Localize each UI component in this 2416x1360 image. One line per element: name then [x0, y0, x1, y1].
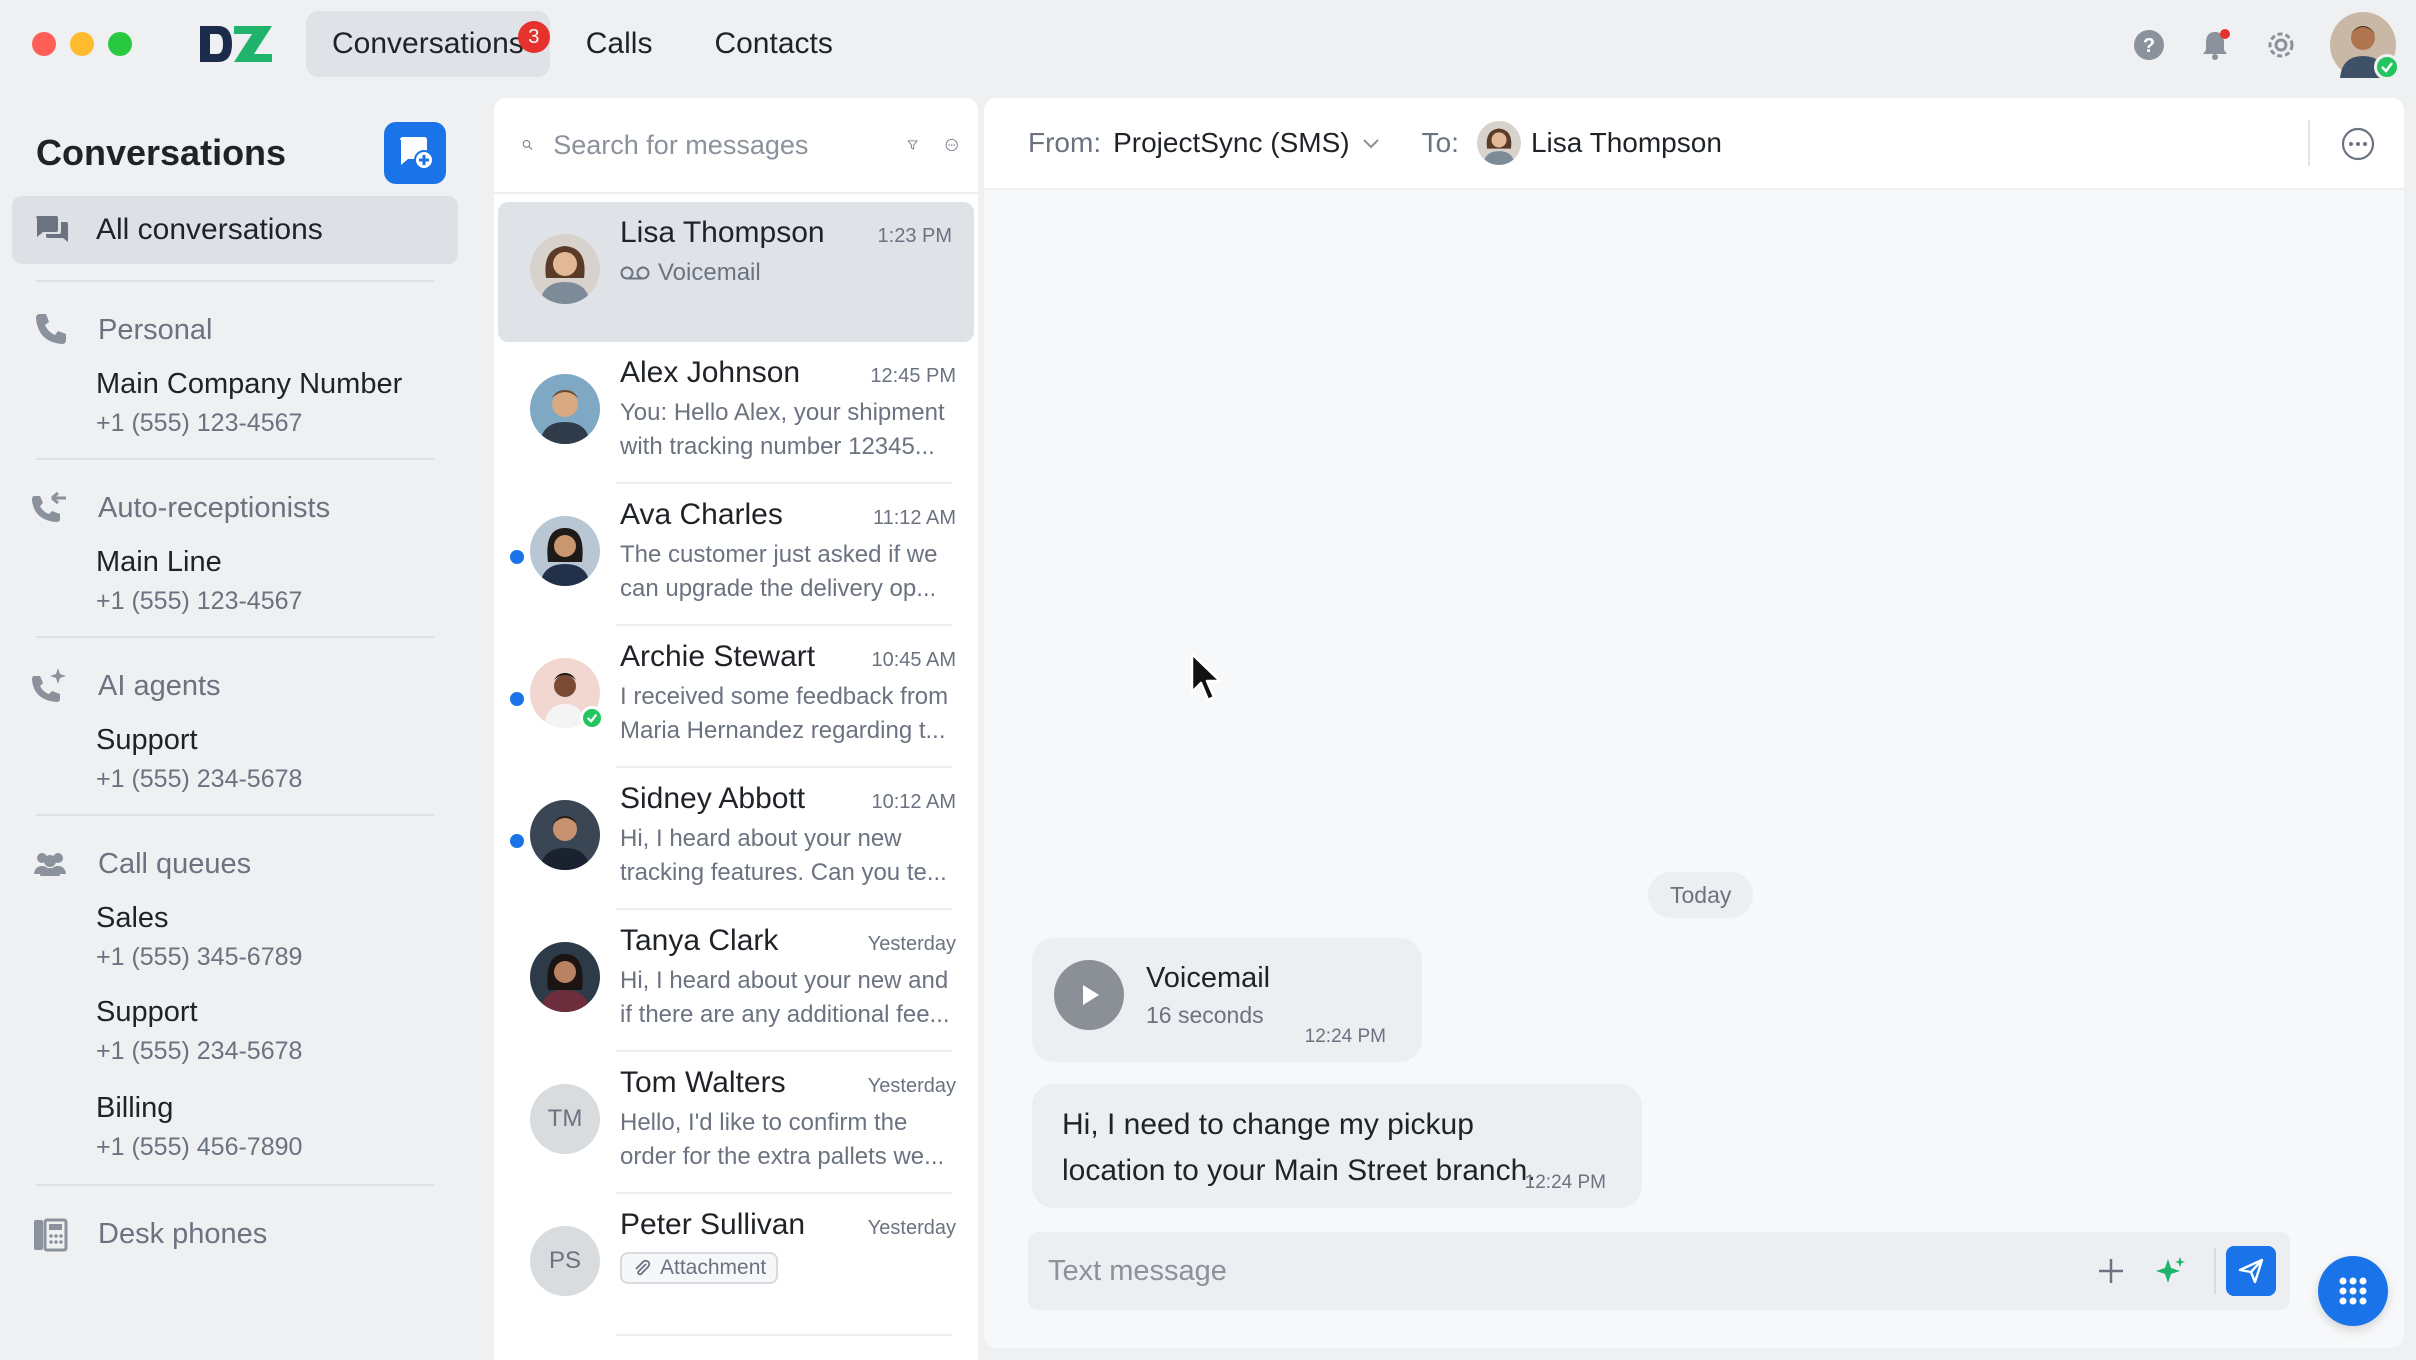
tab-conversations[interactable]: Conversations 3 — [306, 11, 550, 77]
window-controls — [32, 32, 132, 56]
sidebar-section-auto-receptionists[interactable]: Auto-receptionists — [0, 460, 470, 528]
avatar — [530, 234, 600, 304]
call-queue-icon — [34, 853, 66, 876]
sidebar-section-ai-agents[interactable]: AI agents — [0, 638, 470, 706]
avatar: PS — [530, 1226, 600, 1296]
conversation-item[interactable]: Tanya Clark Yesterday Hi, I heard about … — [494, 910, 978, 1052]
maximize-window-button[interactable] — [108, 32, 132, 56]
sidebar-item-all-conversations[interactable]: All conversations — [12, 196, 458, 264]
conversation-list: Lisa Thompson 1:23 PM Voicemail Alex Joh… — [494, 98, 978, 1360]
conversation-item[interactable]: TM Tom Walters Yesterday Hello, I'd like… — [494, 1052, 978, 1194]
bell-icon[interactable] — [2198, 28, 2232, 62]
divider — [2308, 120, 2310, 166]
unread-indicator — [510, 692, 524, 706]
conversation-item[interactable]: Sidney Abbott 10:12 AM Hi, I heard about… — [494, 768, 978, 910]
new-conversation-button[interactable] — [384, 122, 446, 184]
plus-icon — [2099, 1259, 2123, 1283]
attachment-chip: Attachment — [620, 1252, 779, 1284]
sidebar: Conversations All conversations Personal… — [0, 88, 470, 1360]
title-bar: Conversations 3 Calls Contacts ? — [0, 0, 2416, 88]
svg-text:?: ? — [2143, 35, 2155, 57]
unread-indicator — [510, 834, 524, 848]
avatar — [530, 374, 600, 444]
conversation-item[interactable]: Ava Charles 11:12 AM The customer just a… — [494, 484, 978, 626]
sidebar-item-ai-support[interactable]: Support +1 (555) 234-5678 — [0, 724, 470, 794]
search-bar — [494, 98, 978, 194]
send-icon — [2238, 1258, 2264, 1284]
sidebar-header: Conversations — [0, 88, 470, 192]
dialpad-button[interactable] — [2318, 1256, 2388, 1326]
sidebar-item-queue-support[interactable]: Support +1 (555) 234-5678 — [0, 996, 470, 1066]
recipient-avatar — [1476, 121, 1521, 165]
more-options-icon[interactable] — [945, 127, 959, 163]
avatar: TM — [530, 1084, 600, 1154]
message-input[interactable] — [1048, 1254, 2094, 1288]
ai-assist-button[interactable] — [2154, 1254, 2188, 1288]
from-selector[interactable]: ProjectSync (SMS) — [1113, 127, 1350, 159]
message-composer — [1028, 1232, 2290, 1310]
conversation-item[interactable]: Alex Johnson 12:45 PM You: Hello Alex, y… — [494, 342, 978, 484]
add-attachment-button[interactable] — [2094, 1254, 2128, 1288]
send-button[interactable] — [2226, 1246, 2276, 1296]
auto-receptionist-icon — [32, 491, 66, 522]
play-icon — [1083, 985, 1099, 1005]
voicemail-message: Voicemail 16 seconds 12:24 PM — [1032, 938, 1422, 1062]
ai-agent-icon — [32, 668, 66, 702]
sidebar-title: Conversations — [36, 132, 287, 173]
conversation-item[interactable]: Archie Stewart 10:45 AM I received some … — [494, 626, 978, 768]
search-icon — [522, 140, 533, 150]
incoming-message: Hi, I need to change my pickup location … — [1032, 1084, 1642, 1208]
sparkle-icon — [2156, 1257, 2185, 1283]
recipient-name[interactable]: Lisa Thompson — [1531, 127, 1722, 159]
chat-pane: From: ProjectSync (SMS) To: Lisa Thompso… — [984, 98, 2404, 1348]
unread-indicator — [510, 550, 524, 564]
app-logo — [200, 26, 272, 62]
unread-badge: 3 — [517, 21, 550, 53]
avatar — [530, 516, 600, 586]
user-avatar[interactable] — [2330, 12, 2400, 80]
settings-icon[interactable] — [2264, 28, 2298, 62]
sidebar-item-billing[interactable]: Billing +1 (555) 456-7890 — [0, 1092, 470, 1162]
help-icon[interactable]: ? — [2132, 28, 2166, 62]
chat-header: From: ProjectSync (SMS) To: Lisa Thompso… — [984, 98, 2404, 190]
more-options-icon[interactable] — [2340, 126, 2376, 162]
voicemail-icon — [620, 266, 650, 280]
mouse-cursor-icon — [1190, 652, 1222, 702]
dialpad-icon — [2339, 1277, 2367, 1305]
top-navigation: Conversations 3 Calls Contacts — [306, 11, 859, 77]
online-status-icon — [580, 706, 604, 730]
chevron-down-icon[interactable] — [1360, 132, 1382, 154]
avatar — [530, 800, 600, 870]
avatar — [530, 658, 604, 730]
tab-calls[interactable]: Calls — [560, 11, 679, 77]
play-button[interactable] — [1054, 960, 1124, 1030]
conversation-item[interactable]: Lisa Thompson 1:23 PM Voicemail — [498, 202, 974, 342]
chat-bubbles-icon — [36, 216, 68, 242]
top-right-actions: ? — [2132, 12, 2400, 80]
search-input[interactable] — [553, 129, 908, 161]
desk-phone-icon — [34, 1218, 68, 1252]
phone-icon — [36, 314, 66, 344]
divider — [2214, 1248, 2216, 1294]
date-divider: Today — [1648, 872, 1754, 918]
divider — [616, 1334, 952, 1336]
tab-contacts[interactable]: Contacts — [688, 11, 858, 77]
compose-icon — [400, 137, 434, 170]
minimize-window-button[interactable] — [70, 32, 94, 56]
sidebar-item-main-line[interactable]: Main Line +1 (555) 123-4567 — [0, 546, 470, 616]
conversation-item[interactable]: PS Peter Sullivan Yesterday Attachment — [494, 1194, 978, 1336]
sidebar-section-personal[interactable]: Personal — [0, 282, 470, 350]
sidebar-item-sales[interactable]: Sales +1 (555) 345-6789 — [0, 902, 470, 972]
filter-icon[interactable] — [907, 130, 918, 160]
sidebar-section-call-queues[interactable]: Call queues — [0, 816, 470, 884]
close-window-button[interactable] — [32, 32, 56, 56]
avatar — [530, 942, 600, 1012]
sidebar-section-desk-phones[interactable]: Desk phones — [0, 1186, 470, 1254]
paperclip-icon — [635, 1259, 651, 1276]
sidebar-item-main-company-number[interactable]: Main Company Number +1 (555) 123-4567 — [0, 368, 470, 438]
online-status-icon — [2374, 54, 2400, 80]
